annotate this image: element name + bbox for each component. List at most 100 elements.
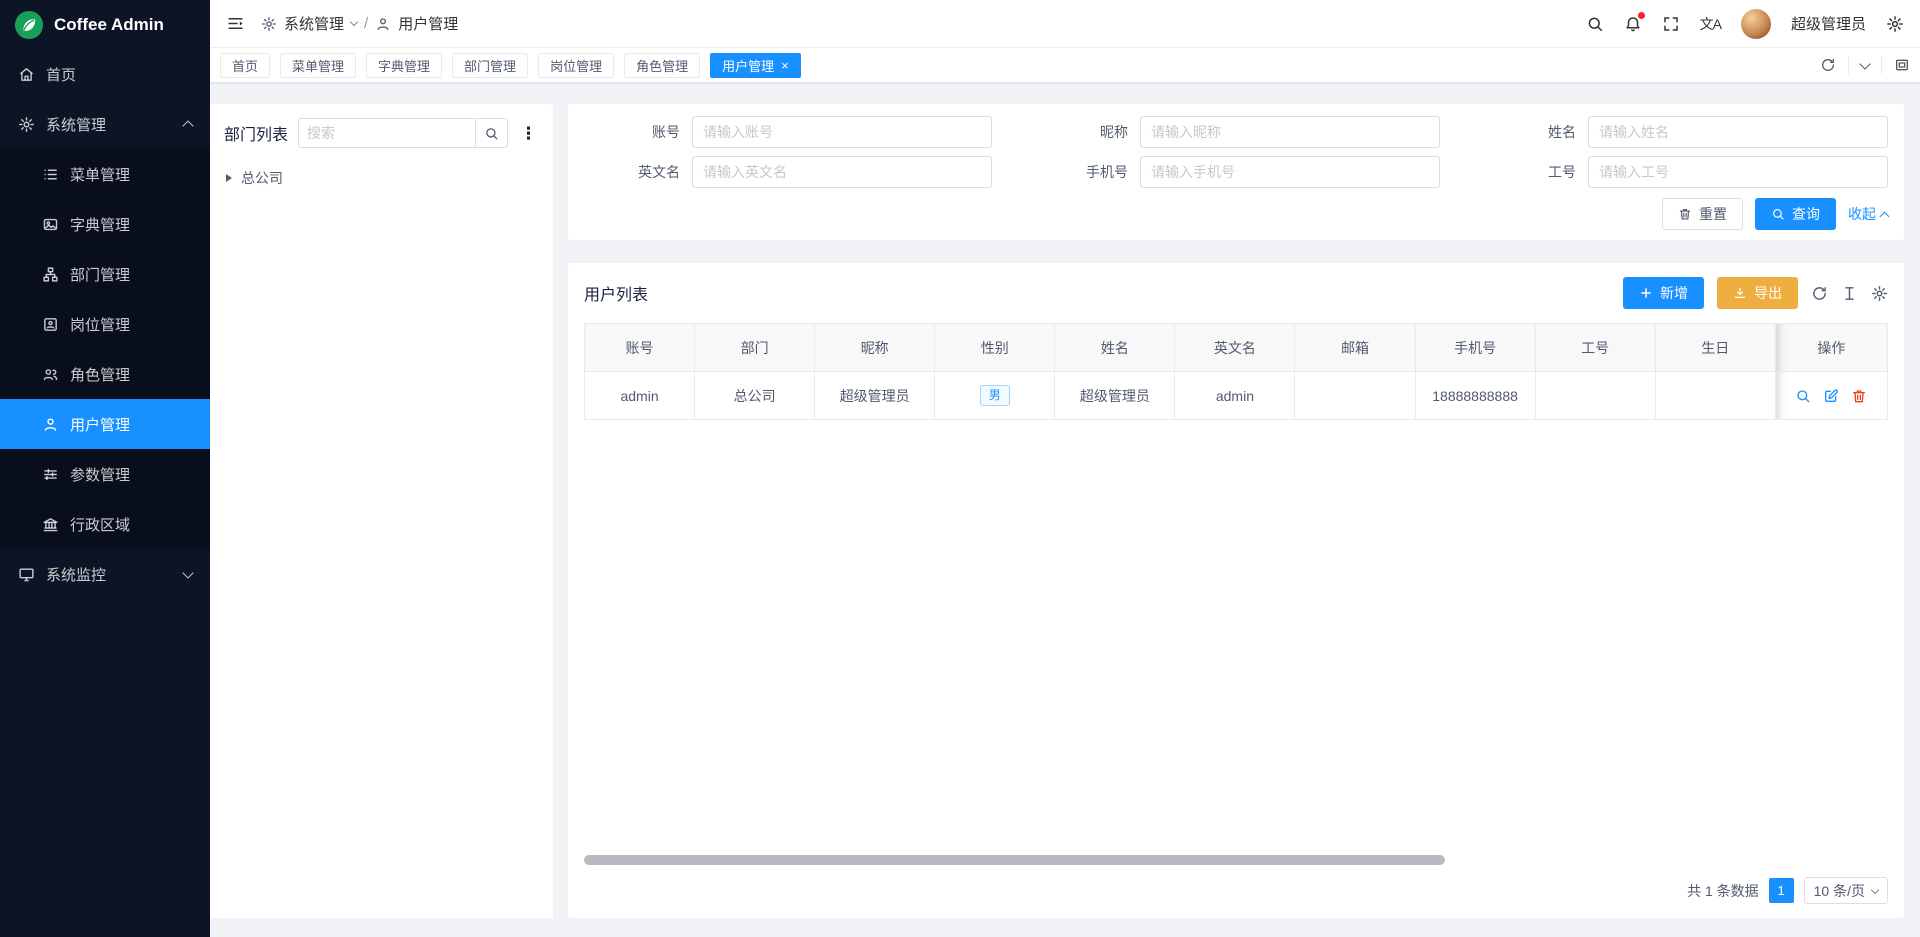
refresh-icon[interactable] xyxy=(1820,57,1836,73)
query-button[interactable]: 查询 xyxy=(1755,198,1836,230)
breadcrumb: 系统管理 / 用户管理 xyxy=(261,13,458,34)
sidebar-submenu-system: 菜单管理 字典管理 部门管理 岗位管理 角色管理 xyxy=(0,149,210,549)
cell-email xyxy=(1295,372,1415,420)
sliders-icon xyxy=(42,466,59,483)
add-user-button[interactable]: 新增 xyxy=(1623,277,1704,309)
col-nickname: 昵称 xyxy=(815,324,935,372)
tab-user-mgmt[interactable]: 用户管理 × xyxy=(710,53,801,78)
name-input[interactable] xyxy=(1588,116,1888,148)
sidebar-item-dict-mgmt[interactable]: 字典管理 xyxy=(0,199,210,249)
tree-item-root[interactable]: 总公司 xyxy=(224,164,539,192)
chevron-down-icon xyxy=(182,567,193,578)
scrollbar-thumb[interactable] xyxy=(584,855,1445,865)
sidebar-item-user-mgmt[interactable]: 用户管理 xyxy=(0,399,210,449)
export-button[interactable]: 导出 xyxy=(1717,277,1798,309)
cell-phone: 18888888888 xyxy=(1415,372,1535,420)
tree-item-label: 总公司 xyxy=(241,168,283,188)
bank-icon xyxy=(42,516,59,533)
tab-home[interactable]: 首页 xyxy=(220,53,270,78)
refresh-icon[interactable] xyxy=(1811,285,1828,302)
user-icon xyxy=(375,16,391,32)
cell-name: 超级管理员 xyxy=(1055,372,1175,420)
avatar[interactable] xyxy=(1741,9,1771,39)
job-no-input[interactable] xyxy=(1588,156,1888,188)
page-size-select[interactable]: 10 条/页 xyxy=(1804,877,1888,904)
search-icon xyxy=(484,126,499,141)
column-settings-gear-icon[interactable] xyxy=(1871,285,1888,302)
form-actions: 重置 查询 收起 xyxy=(584,198,1888,230)
sidebar-item-label: 角色管理 xyxy=(70,364,130,385)
home-icon xyxy=(18,66,35,83)
dept-search-button[interactable] xyxy=(475,118,508,148)
dept-panel-header: 部门列表 ⋮ xyxy=(224,118,539,148)
current-user-name[interactable]: 超级管理员 xyxy=(1791,13,1866,34)
settings-gear-icon[interactable] xyxy=(1886,15,1904,33)
sidebar-item-label: 行政区域 xyxy=(70,514,130,535)
delete-icon[interactable] xyxy=(1851,388,1867,404)
tab-dict-mgmt[interactable]: 字典管理 xyxy=(366,53,442,78)
chevron-down-icon xyxy=(350,18,358,26)
page-button-1[interactable]: 1 xyxy=(1769,878,1794,903)
tab-dept-mgmt[interactable]: 部门管理 xyxy=(452,53,528,78)
content-fullscreen-icon[interactable] xyxy=(1894,57,1910,73)
app-title: Coffee Admin xyxy=(54,15,164,35)
logo[interactable]: Coffee Admin xyxy=(0,0,210,49)
sidebar-item-region[interactable]: 行政区域 xyxy=(0,499,210,549)
cell-dept: 总公司 xyxy=(695,372,815,420)
translate-icon[interactable]: 文A xyxy=(1700,14,1721,34)
tab-post-mgmt[interactable]: 岗位管理 xyxy=(538,53,614,78)
pagination: 共 1 条数据 1 10 条/页 xyxy=(584,877,1888,904)
sidebar-item-param-mgmt[interactable]: 参数管理 xyxy=(0,449,210,499)
sidebar-item-home[interactable]: 首页 xyxy=(0,49,210,99)
nickname-input[interactable] xyxy=(1140,116,1440,148)
table-header-row: 账号 部门 昵称 性别 姓名 英文名 邮箱 手机号 工号 生日 操作 xyxy=(585,324,1888,372)
topbar: 系统管理 / 用户管理 文A 超级管理员 xyxy=(210,0,1920,48)
bell-icon[interactable] xyxy=(1624,15,1642,33)
search-icon[interactable] xyxy=(1586,15,1604,33)
sidebar-item-menu-mgmt[interactable]: 菜单管理 xyxy=(0,149,210,199)
en-name-input[interactable] xyxy=(692,156,992,188)
field-label: 工号 xyxy=(1480,162,1588,182)
user-icon xyxy=(42,416,59,433)
monitor-icon xyxy=(18,566,35,583)
sidebar-item-post-mgmt[interactable]: 岗位管理 xyxy=(0,299,210,349)
dept-panel-title: 部门列表 xyxy=(224,121,288,145)
edit-icon[interactable] xyxy=(1823,388,1839,404)
form-field-phone: 手机号 xyxy=(1032,156,1440,188)
sidebar-item-label: 首页 xyxy=(46,64,76,85)
page-size-value: 10 条/页 xyxy=(1814,881,1865,901)
caret-right-icon[interactable] xyxy=(226,174,232,182)
dept-search-input[interactable] xyxy=(298,118,475,148)
col-actions: 操作 xyxy=(1775,324,1887,372)
breadcrumb-item-system[interactable]: 系统管理 xyxy=(284,13,344,34)
tab-close-icon[interactable]: × xyxy=(781,59,789,72)
content: 部门列表 ⋮ 总公司 xyxy=(210,82,1920,937)
sidebar: Coffee Admin 首页 系统管理 菜单管理 字典管理 xyxy=(0,0,210,937)
form-field-name: 姓名 xyxy=(1480,116,1888,148)
sidebar-item-label: 字典管理 xyxy=(70,214,130,235)
sidebar-item-system[interactable]: 系统管理 xyxy=(0,99,210,149)
sidebar-item-monitor[interactable]: 系统监控 xyxy=(0,549,210,599)
fullscreen-icon[interactable] xyxy=(1662,15,1680,33)
more-options-icon[interactable]: ⋮ xyxy=(518,125,539,142)
horizontal-scrollbar xyxy=(584,855,1888,865)
row-height-icon[interactable] xyxy=(1841,285,1858,302)
table-actions: 新增 导出 xyxy=(1623,277,1888,309)
sidebar-collapse-icon[interactable] xyxy=(226,14,245,33)
chevron-down-icon[interactable] xyxy=(1859,58,1870,69)
chevron-up-icon xyxy=(1880,211,1890,221)
table-card-header: 用户列表 新增 导出 xyxy=(584,277,1888,309)
phone-input[interactable] xyxy=(1140,156,1440,188)
view-icon[interactable] xyxy=(1795,388,1811,404)
tab-menu-mgmt[interactable]: 菜单管理 xyxy=(280,53,356,78)
account-input[interactable] xyxy=(692,116,992,148)
col-name: 姓名 xyxy=(1055,324,1175,372)
cell-actions xyxy=(1775,372,1887,420)
sidebar-item-role-mgmt[interactable]: 角色管理 xyxy=(0,349,210,399)
sidebar-item-dept-mgmt[interactable]: 部门管理 xyxy=(0,249,210,299)
field-label: 手机号 xyxy=(1032,162,1140,182)
collapse-form-link[interactable]: 收起 xyxy=(1848,204,1888,224)
tab-role-mgmt[interactable]: 角色管理 xyxy=(624,53,700,78)
reset-button[interactable]: 重置 xyxy=(1662,198,1743,230)
table-row[interactable]: admin 总公司 超级管理员 男 超级管理员 admin 1888888888… xyxy=(585,372,1888,420)
